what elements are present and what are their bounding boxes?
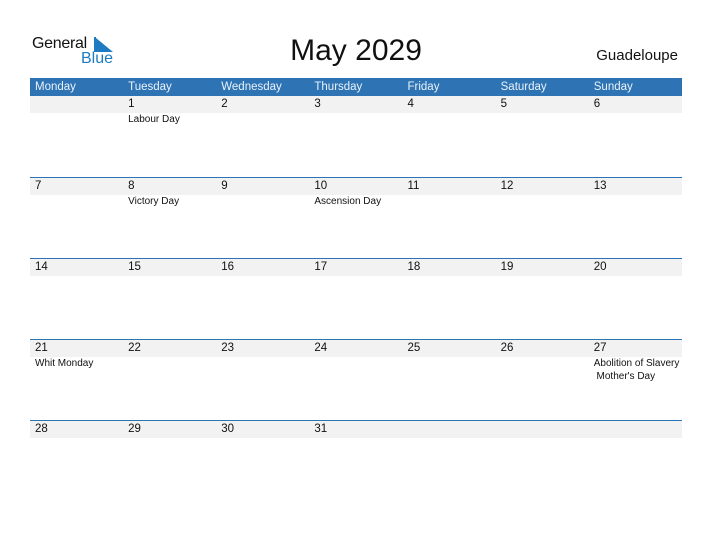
day-number: 18 [407,261,421,273]
day-number: 30 [221,423,235,435]
week-row: 1 2 3 4 5 6 Labour Day [30,96,682,177]
holiday-label [30,113,123,126]
holiday-label [403,357,496,383]
day-number: 9 [221,180,228,192]
weeks-container: 1 2 3 4 5 6 Labour Day 7 8 9 10 11 12 13 Victory Day As… [30,96,682,501]
day-number: 5 [500,98,508,110]
day-number: 29 [128,423,141,435]
day-number: 8 [128,180,135,192]
holiday-label [496,357,589,383]
week-row: 28 29 30 31 [30,420,682,501]
day-number: 11 [407,180,420,192]
holiday-label: Ascension Day [314,196,382,207]
day-number-row: 28 29 30 31 [30,421,682,438]
day-number: 27 [593,342,607,354]
day-number: 25 [407,342,421,354]
day-number: 19 [500,261,514,273]
day-number: 3 [314,98,321,110]
day-number-row: 7 8 9 10 11 12 13 [30,178,682,195]
day-number: 10 [314,180,328,192]
events-row: Whit Monday Abolition of Slavery Mother's… [30,357,682,383]
day-number: 20 [593,261,607,273]
holiday-label [30,195,123,208]
day-number: 1 [128,98,135,110]
day-number [496,421,589,438]
weekday-tuesday: Tuesday [128,81,172,93]
day-number: 28 [35,423,48,435]
day-number-row: 14 15 16 17 18 19 20 [30,259,682,276]
weekday-sunday: Sunday [593,81,633,93]
week-row: 7 8 9 10 11 12 13 Victory Day Ascension Day [30,177,682,258]
day-number: 7 [35,180,42,192]
events-row: Labour Day [30,113,682,126]
day-number: 22 [128,342,141,354]
holiday-label [589,113,682,126]
day-number: 4 [407,98,414,110]
holiday-label: Labour Day [128,114,180,125]
day-number [589,421,682,438]
day-number: 23 [221,342,235,354]
day-number: 6 [593,98,601,110]
holiday-label: Victory Day [128,196,180,207]
holiday-label: Abolition of Slavery Mother's Day [593,358,680,382]
country-label: Guadeloupe [596,47,678,64]
holiday-label [403,195,496,208]
day-number: 15 [128,261,141,273]
day-number: 14 [35,261,48,273]
holiday-label [496,195,589,208]
day-number: 26 [500,342,514,354]
day-number: 24 [314,342,328,354]
holiday-label [216,357,309,383]
day-number: 13 [593,180,607,192]
holiday-label [589,195,682,208]
events-row: Victory Day Ascension Day [30,195,682,208]
day-number: 2 [221,98,228,110]
weekday-monday: Monday [35,81,76,93]
day-number [30,96,123,113]
day-number-row: 1 2 3 4 5 6 [30,96,682,113]
weekday-header: Monday Tuesday Wednesday Thursday Friday Satu… [30,78,682,96]
week-row: 21 22 23 24 25 26 27 Whit Monday Abolition of Sl… [30,339,682,420]
day-number [403,421,496,438]
calendar-grid: Monday Tuesday Wednesday Thursday Friday Satu… [30,78,682,501]
holiday-label [216,113,309,126]
day-number: 31 [314,423,328,435]
weekday-friday: Friday [407,81,440,93]
weekday-saturday: Saturday [500,81,547,93]
holiday-label [309,357,402,383]
week-row: 14 15 16 17 18 19 20 [30,258,682,339]
weekday-thursday: Thursday [314,81,363,93]
holiday-label [216,195,309,208]
day-number: 17 [314,261,328,273]
day-number-row: 21 22 23 24 25 26 27 [30,340,682,357]
holiday-label [123,357,216,383]
holiday-label [403,113,496,126]
holiday-label [309,113,402,126]
holiday-label [496,113,589,126]
holiday-label: Whit Monday [35,358,94,369]
day-number: 12 [500,180,514,192]
day-number: 16 [221,261,235,273]
weekday-wednesday: Wednesday [221,81,282,93]
day-number: 21 [35,342,48,354]
